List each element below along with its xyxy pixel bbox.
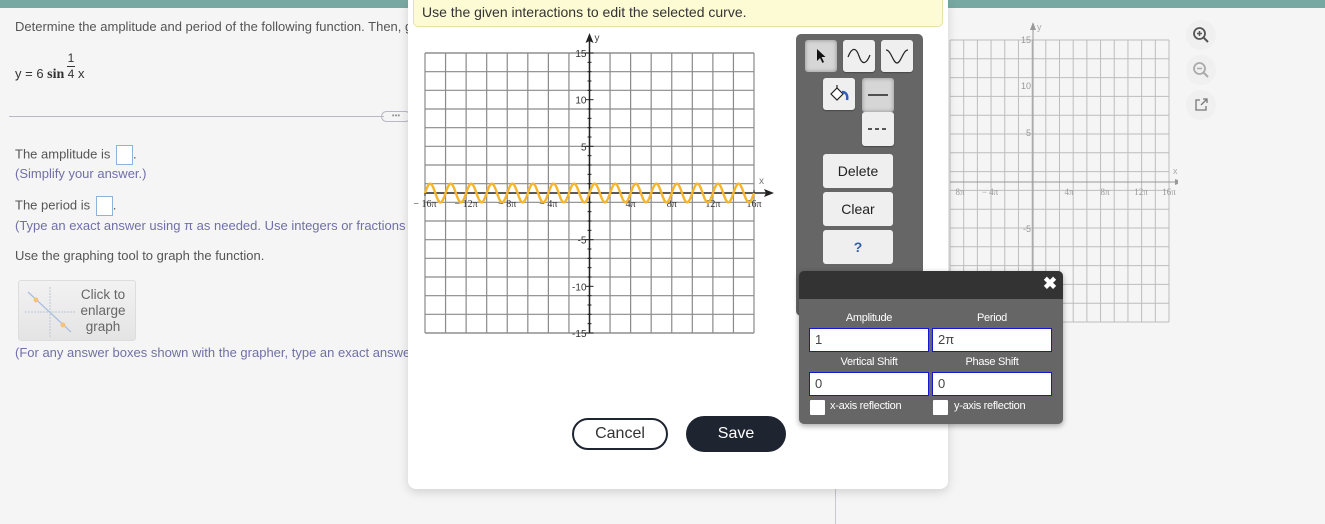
vertical-shift-input[interactable]: 0 bbox=[809, 372, 929, 396]
graph-canvas[interactable]: xy− 16π − 12π − 8π − 4π 4π 8π 12π 16π15105-5-10… bbox=[408, 30, 788, 350]
x-axis-reflection-checkbox[interactable] bbox=[810, 400, 825, 415]
period-row: The period is . bbox=[15, 196, 116, 216]
grapher-hint: (For any answer boxes shown with the gra… bbox=[15, 345, 411, 360]
zoom-in-button[interactable] bbox=[1186, 20, 1216, 50]
enlarge-label-line: graph bbox=[85, 319, 121, 334]
clear-button[interactable]: Clear bbox=[823, 192, 893, 226]
question-panel: Determine the amplitude and period of th… bbox=[0, 8, 420, 524]
bg-x-tick-label: − 4π bbox=[982, 187, 999, 197]
divider bbox=[9, 116, 384, 117]
equation-function: sin bbox=[47, 67, 65, 82]
bg-y-label: y bbox=[1037, 22, 1042, 32]
bg-x-tick-label: 16π bbox=[1162, 187, 1176, 197]
sine-tool-button[interactable] bbox=[843, 40, 875, 72]
bg-x-tick-label: 4π bbox=[1064, 187, 1074, 197]
y-axis-reflection-label: y-axis reflection bbox=[954, 400, 1026, 412]
graph-instruction: Use the graphing tool to graph the funct… bbox=[15, 248, 265, 263]
enlarge-label-line: enlarge bbox=[80, 303, 126, 318]
dashed-line-button[interactable] bbox=[862, 112, 894, 146]
vertical-shift-label: Vertical Shift bbox=[840, 356, 898, 368]
equation-fraction: 1 4 bbox=[67, 52, 75, 81]
zoom-out-icon bbox=[1193, 62, 1209, 78]
amplitude-answer-input[interactable] bbox=[116, 145, 134, 165]
period-char: . bbox=[133, 146, 137, 162]
curve-edit-dialog: ✖ Amplitude Period 1 2π Vertical Shift P… bbox=[799, 271, 1063, 424]
x-axis-reflection-label: x-axis reflection bbox=[830, 400, 902, 412]
period-label: Period bbox=[977, 312, 1007, 324]
delete-button[interactable]: Delete bbox=[823, 154, 893, 188]
color-tool-button[interactable] bbox=[823, 78, 855, 110]
y-axis-reflection-checkbox[interactable] bbox=[933, 400, 948, 415]
paint-bucket-icon bbox=[830, 85, 849, 101]
pointer-tool-button[interactable] bbox=[805, 40, 837, 72]
graph-thumbnail-icon bbox=[25, 287, 75, 337]
bg-x-arrow bbox=[1175, 179, 1178, 185]
phase-shift-input[interactable]: 0 bbox=[932, 372, 1052, 396]
equation-coefficient: y = 6 bbox=[15, 66, 48, 81]
external-link-icon bbox=[1195, 98, 1208, 111]
y-tick-label: -5 bbox=[578, 236, 587, 247]
x-tick-label: − 16π bbox=[413, 199, 436, 210]
cancel-button[interactable]: Cancel bbox=[572, 418, 668, 450]
instruction-tooltip: Use the given interactions to edit the s… bbox=[413, 0, 943, 27]
open-external-button[interactable] bbox=[1186, 90, 1216, 120]
fraction-numerator: 1 bbox=[67, 51, 75, 65]
y-tick-label: 10 bbox=[575, 96, 587, 107]
period-char: . bbox=[112, 197, 117, 213]
period-answer-input[interactable] bbox=[95, 196, 113, 216]
solid-line-button[interactable] bbox=[862, 78, 894, 112]
period-label: The period is bbox=[15, 197, 91, 213]
zoom-out-button[interactable] bbox=[1186, 55, 1216, 85]
bg-y-tick-label: 15 bbox=[1021, 35, 1031, 45]
bg-x-tick-label: 8π bbox=[955, 187, 965, 197]
y-tick-label: -10 bbox=[572, 282, 587, 293]
enlarge-label-line: Click to bbox=[80, 287, 126, 302]
y-tick-label: -15 bbox=[572, 329, 587, 340]
period-hint: (Type an exact answer using π as needed.… bbox=[15, 218, 406, 233]
enlarge-graph-button[interactable]: Click to enlarge graph bbox=[18, 280, 136, 341]
amplitude-input[interactable]: 1 bbox=[809, 328, 929, 352]
enlarge-label: Click to enlarge graph bbox=[75, 287, 131, 335]
bg-y-tick-label: 10 bbox=[1021, 81, 1031, 91]
sine-wave-icon bbox=[847, 48, 871, 64]
amplitude-label: Amplitude bbox=[845, 312, 893, 324]
help-button[interactable]: ? bbox=[823, 230, 893, 264]
more-button[interactable]: ••• bbox=[381, 111, 411, 122]
y-tick-label: 15 bbox=[575, 49, 587, 60]
amplitude-hint: (Simplify your answer.) bbox=[15, 166, 147, 181]
phase-shift-label: Phase Shift bbox=[965, 356, 1019, 368]
bg-y-tick-label: 5 bbox=[1026, 128, 1031, 138]
equation-prefix: y = 6 sin bbox=[15, 66, 64, 83]
x-tick-label: 16π bbox=[746, 199, 761, 210]
bg-y-arrow bbox=[1030, 22, 1036, 30]
amplitude-row: The amplitude is . bbox=[15, 145, 137, 165]
x-axis-label: x bbox=[759, 176, 764, 187]
x-tick-label: 12π bbox=[705, 199, 720, 210]
cursor-arrow-icon bbox=[817, 49, 826, 63]
close-icon[interactable]: ✖ bbox=[1041, 274, 1059, 294]
bg-x-label: x bbox=[1173, 166, 1178, 176]
bg-y-tick-label: -5 bbox=[1023, 224, 1031, 234]
bg-x-tick-label: 8π bbox=[1100, 187, 1110, 197]
zoom-controls bbox=[1186, 20, 1216, 125]
dialog-header: ✖ bbox=[799, 271, 1063, 299]
fraction-denominator: 4 bbox=[67, 67, 75, 81]
y-tick-label: 5 bbox=[581, 142, 587, 153]
save-button[interactable]: Save bbox=[686, 416, 786, 452]
equation-variable: x bbox=[78, 66, 85, 81]
question-prompt: Determine the amplitude and period of th… bbox=[15, 19, 413, 34]
zoom-in-icon bbox=[1193, 27, 1209, 43]
cosine-wave-icon bbox=[885, 49, 909, 64]
cosine-tool-button[interactable] bbox=[881, 40, 913, 72]
dashed-line-icon bbox=[868, 128, 888, 130]
bg-x-tick-label: 12π bbox=[1134, 187, 1148, 197]
period-input[interactable]: 2π bbox=[932, 328, 1052, 352]
solid-line-icon bbox=[868, 94, 888, 96]
y-axis-label: y bbox=[595, 33, 600, 44]
amplitude-label: The amplitude is bbox=[15, 146, 111, 162]
